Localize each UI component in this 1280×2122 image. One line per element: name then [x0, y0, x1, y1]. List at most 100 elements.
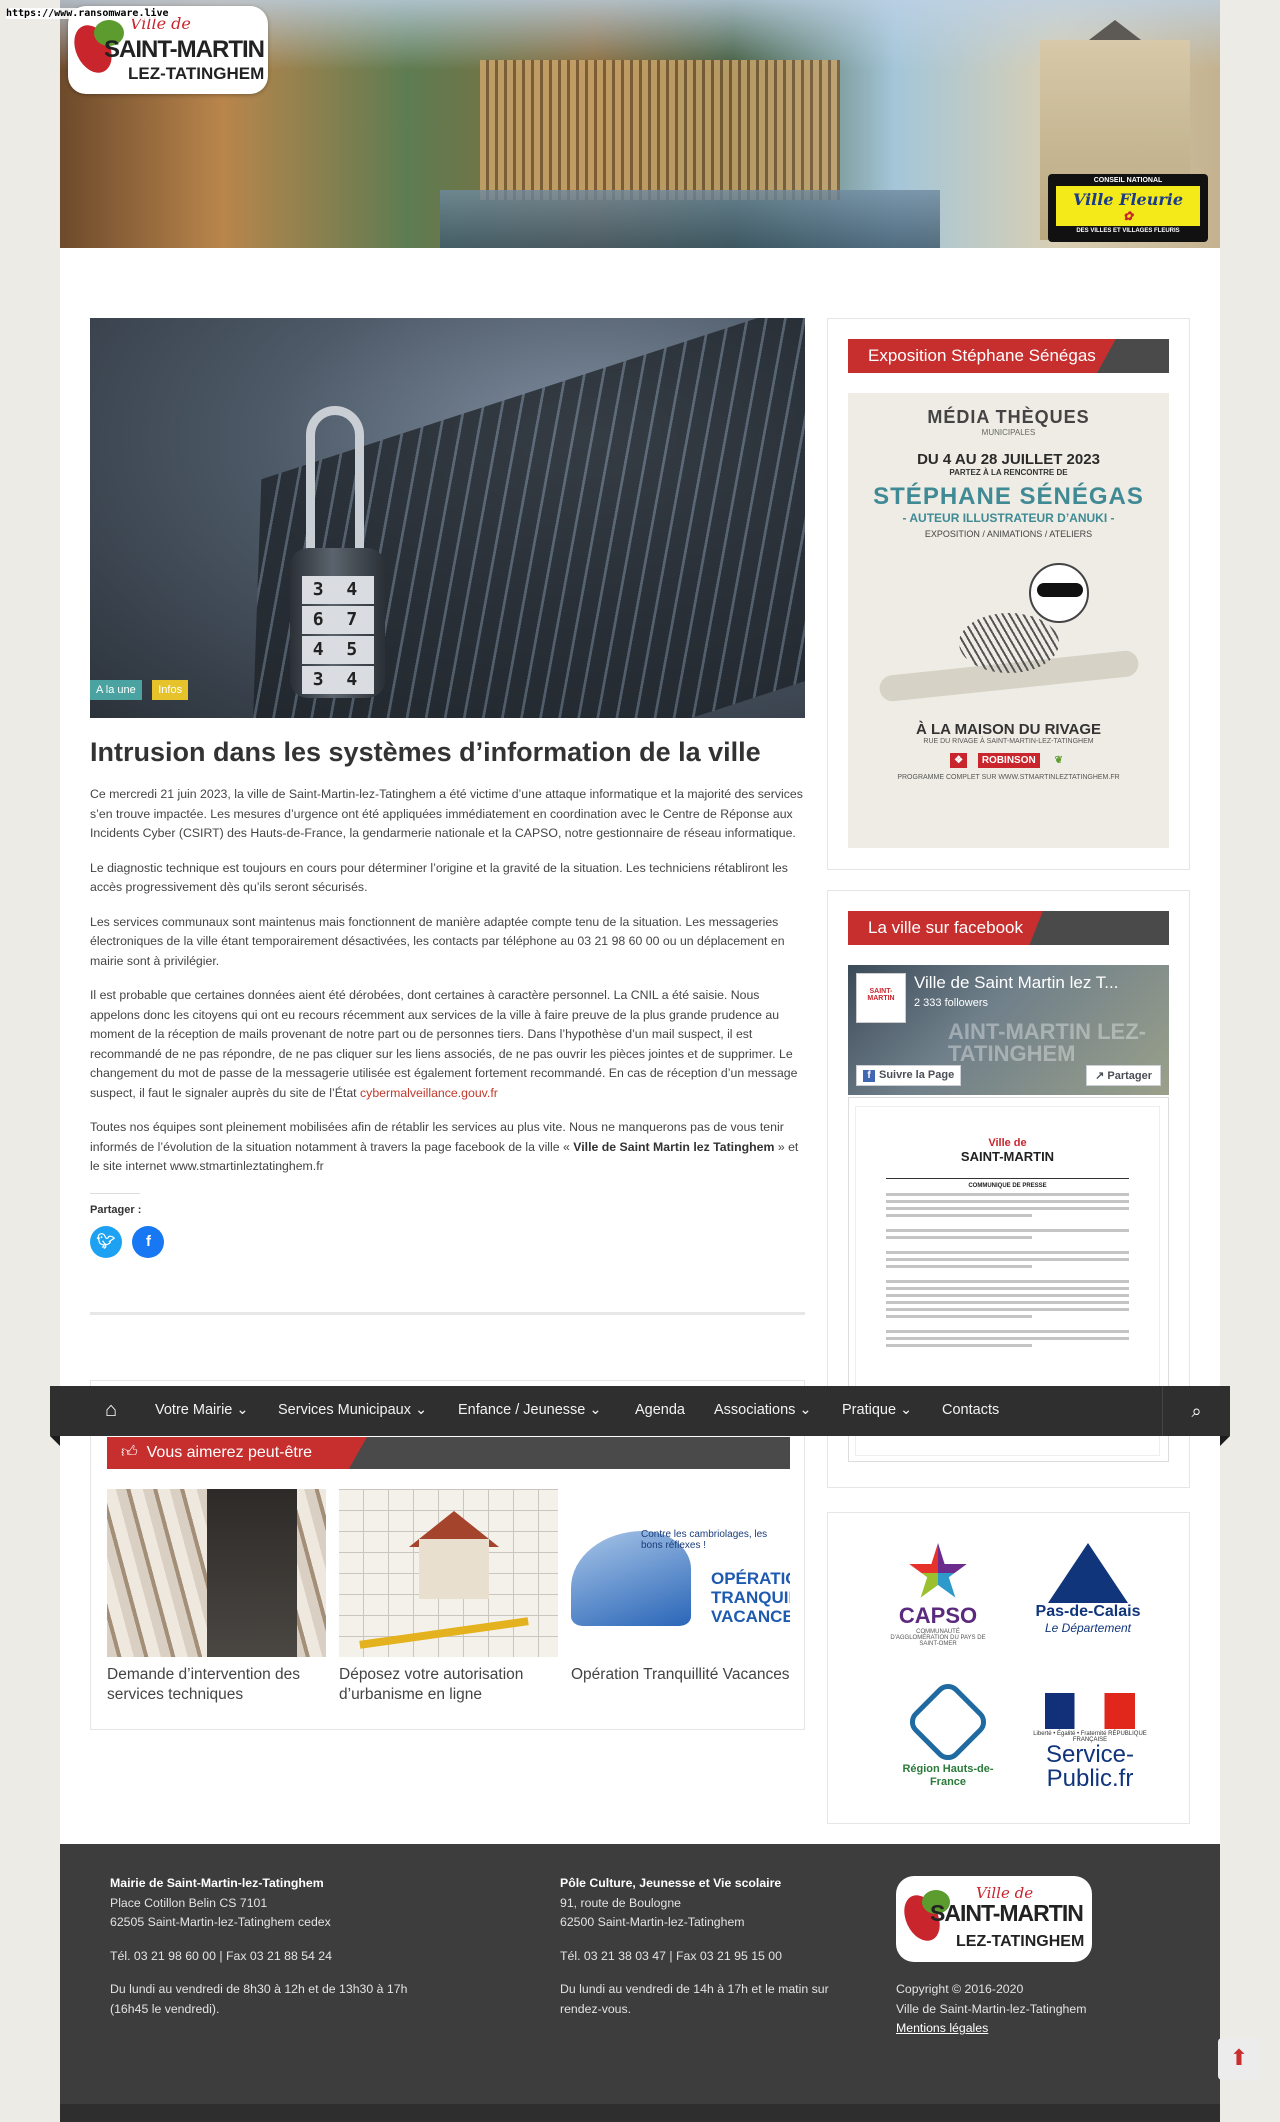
site-logo[interactable]: Ville de SAINT-MARTIN LEZ-TATINGHEM — [67, 6, 268, 94]
capso-subtitle: COMMUNAUTÉ D'AGGLOMÉRATION DU PAYS DE SA… — [890, 1629, 986, 1647]
arrow-up-icon: ⬆ — [1229, 2045, 1249, 2070]
legal-notice-link[interactable]: Mentions légales — [896, 2021, 988, 2035]
poster-meet: PARTEZ À LA RENCONTRE DE — [949, 468, 1068, 477]
nav-wing-left — [50, 1436, 60, 1446]
related-card[interactable]: Demande d’intervention des services tech… — [107, 1489, 326, 1705]
twitter-share-button[interactable]: 🐦︎ — [90, 1225, 122, 1258]
poster-logo-town: ❦ — [1054, 755, 1063, 766]
padlock-digit-row: 3 4 — [302, 666, 374, 694]
facebook-page-name[interactable]: Ville de Saint Martin lez T... — [914, 973, 1118, 993]
related-card[interactable]: Contre les cambriolages, les bons réflex… — [571, 1489, 790, 1685]
footer-logo[interactable]: Ville de SAINT-MARTIN LEZ-TATINGHEM — [896, 1876, 1092, 1962]
nav-wing-right — [1220, 1436, 1230, 1446]
poster-media-sub: MUNICIPALES — [981, 428, 1036, 437]
main-content: 3 4 6 7 4 5 3 4 A la une Infos Intrusion… — [90, 318, 805, 1315]
related-card-image[interactable] — [107, 1489, 326, 1657]
footer-mairie-hours: Du lundi au vendredi de 8h30 à 12h et de… — [110, 1982, 408, 2016]
header-banner: Ville de SAINT-MARTIN LEZ-TATINGHEM CONS… — [60, 0, 1220, 248]
nav-contacts[interactable]: Contacts — [942, 1402, 999, 1418]
back-to-top-button[interactable]: ⬆ — [1218, 2038, 1260, 2080]
padlock-shackle — [306, 406, 364, 566]
tag-a-la-une[interactable]: A la une — [90, 680, 142, 700]
nav-services-municipaux[interactable]: Services Municipaux ⌄ — [278, 1402, 427, 1418]
facebook-page-avatar[interactable]: SAINT-MARTIN — [856, 973, 906, 1023]
poster-media-title: MÉDIA THÈQUES — [927, 407, 1090, 427]
badge-mid-text: Ville Fleurie — [1072, 190, 1184, 209]
facebook-share-button[interactable]: ↗ Partager — [1086, 1065, 1161, 1086]
thumbs-up-icon: 👍︎ — [121, 1444, 138, 1461]
footer-pole-culture: Pôle Culture, Jeunesse et Vie scolaire 9… — [560, 1874, 850, 2033]
facebook-page-plugin[interactable]: AINT-MARTIN LEZ-TATINGHEM SAINT-MARTIN V… — [848, 965, 1169, 1095]
poster-activities: EXPOSITION / ANIMATIONS / ATELIERS — [924, 529, 1093, 539]
facebook-icon: f — [145, 1232, 151, 1250]
nav-associations[interactable]: Associations ⌄ — [714, 1402, 812, 1418]
house-model — [419, 1539, 489, 1599]
related-card-caption[interactable]: Demande d’intervention des services tech… — [107, 1665, 326, 1705]
footer-pole-addr2: 62500 Saint-Martin-lez-Tatinghem — [560, 1915, 745, 1929]
share-label: Partager : — [90, 1192, 141, 1216]
widget-partners: CAPSO COMMUNAUTÉ D'AGGLOMÉRATION DU PAYS… — [827, 1512, 1190, 1824]
pencil — [359, 1617, 529, 1649]
article-paragraph-text: Il est probable que certaines données ai… — [90, 988, 798, 1100]
ops-title: OPÉRATION TRANQUILLITÉ VACANCES — [711, 1569, 790, 1626]
related-card[interactable]: Déposez votre autorisation d’urbanisme e… — [339, 1489, 558, 1705]
article-paragraph: Le diagnostic technique est toujours en … — [90, 860, 788, 895]
expo-poster[interactable]: MÉDIA THÈQUES MUNICIPALES DU 4 AU 28 JUI… — [848, 393, 1169, 848]
content-divider — [90, 1311, 805, 1315]
footer-mairie-title: Mairie de Saint-Martin-lez-Tatinghem — [110, 1876, 324, 1890]
padlock-digit-row: 4 5 — [302, 636, 374, 664]
poster-address: RUE DU RIVAGE À SAINT-MARTIN-LEZ-TATINGH… — [923, 738, 1094, 745]
capso-logo[interactable]: CAPSO COMMUNAUTÉ D'AGGLOMÉRATION DU PAYS… — [888, 1543, 988, 1647]
related-card-caption[interactable]: Déposez votre autorisation d’urbanisme e… — [339, 1665, 558, 1705]
nav-pratique[interactable]: Pratique ⌄ — [842, 1402, 912, 1418]
banner-water — [440, 190, 940, 248]
related-card-image[interactable] — [339, 1489, 558, 1657]
footer-logo-line3: LEZ-TATINGHEM — [956, 1933, 1085, 1950]
facebook-share-button[interactable]: f — [132, 1225, 165, 1258]
partner-logos: CAPSO COMMUNAUTÉ D'AGGLOMÉRATION DU PAYS… — [848, 1533, 1169, 1803]
home-icon[interactable]: ⌂ — [105, 1399, 117, 1422]
nav-enfance-jeunesse[interactable]: Enfance / Jeunesse ⌄ — [458, 1402, 602, 1418]
poster-artist-name: STÉPHANE SÉNÉGAS — [873, 483, 1144, 510]
press-release-title: COMMUNIQUE DE PRESSE — [886, 1178, 1129, 1189]
poster-media: MÉDIA THÈQUES MUNICIPALES — [848, 407, 1169, 437]
poster-logo-red: ❖ — [950, 753, 968, 768]
cybermalveillance-link[interactable]: cybermalveillance.gouv.fr — [360, 1086, 498, 1100]
hauts-de-france-logo[interactable]: Région Hauts-de-France — [898, 1678, 998, 1789]
poster-venue: À LA MAISON DU RIVAGE — [915, 721, 1101, 738]
article-paragraph: Il est probable que certaines données ai… — [90, 986, 805, 1103]
follow-button-label: Suivre la Page — [879, 1069, 955, 1081]
flower-icon: ✿ — [1122, 209, 1134, 223]
share-buttons: 🐦︎ f — [90, 1225, 805, 1258]
article-hero-image[interactable]: 3 4 6 7 4 5 3 4 A la une Infos — [90, 318, 805, 718]
poster-program: PROGRAMME COMPLET SUR WWW.STMARTINLEZTAT… — [897, 774, 1120, 781]
tag-infos[interactable]: Infos — [152, 680, 189, 700]
nav-agenda[interactable]: Agenda — [635, 1402, 685, 1418]
poster-illustration — [877, 553, 1140, 713]
footer-logo-line2: SAINT-MARTIN — [930, 1900, 1084, 1926]
article-paragraph: Les services communaux sont maintenus ma… — [90, 914, 785, 968]
doc-logo-prefix: Ville de — [988, 1137, 1027, 1149]
related-header: 👍︎ Vous aimerez peut-être — [107, 1437, 790, 1469]
facebook-page-name: Ville de Saint Martin lez Tatinghem — [573, 1139, 775, 1154]
search-icon[interactable]: ⌕ — [1162, 1386, 1230, 1436]
facebook-follow-button[interactable]: f Suivre la Page — [856, 1065, 962, 1086]
poster-artist-role: - AUTEUR ILLUSTRATEUR D’ANUKI - — [902, 511, 1115, 525]
service-public-logo[interactable]: Liberté • Égalité • Fraternité RÉPUBLIQU… — [1030, 1693, 1150, 1791]
logo-line2: SAINT-MARTIN — [104, 36, 265, 63]
widget-title: La ville sur facebook — [848, 911, 1043, 945]
footer-pole-hours: Du lundi au vendredi de 14h à 17h et le … — [560, 1982, 829, 2016]
illustration-masked-character — [1028, 563, 1089, 623]
footer-pole-title: Pôle Culture, Jeunesse et Vie scolaire — [560, 1876, 782, 1890]
related-card-caption[interactable]: Opération Tranquillité Vacances — [571, 1665, 790, 1685]
share-arrow-icon: ↗ — [1095, 1070, 1105, 1082]
pas-de-calais-logo[interactable]: Pas-de-Calais Le Département — [1028, 1543, 1148, 1635]
related-card-image[interactable]: Contre les cambriolages, les bons réflex… — [571, 1489, 790, 1657]
french-flag-icon — [1045, 1693, 1135, 1729]
copyright-org: Ville de Saint-Martin-lez-Tatinghem — [896, 2001, 1087, 2016]
capso-star-icon — [909, 1543, 967, 1598]
badge-mid: Ville Fleurie ✿ — [1056, 186, 1200, 226]
doc-logo-text: SAINT-MARTIN — [960, 1149, 1055, 1164]
nav-votre-mairie[interactable]: Votre Mairie ⌄ — [155, 1402, 249, 1418]
ops-tagline: Contre les cambriolages, les bons réflex… — [641, 1529, 768, 1551]
